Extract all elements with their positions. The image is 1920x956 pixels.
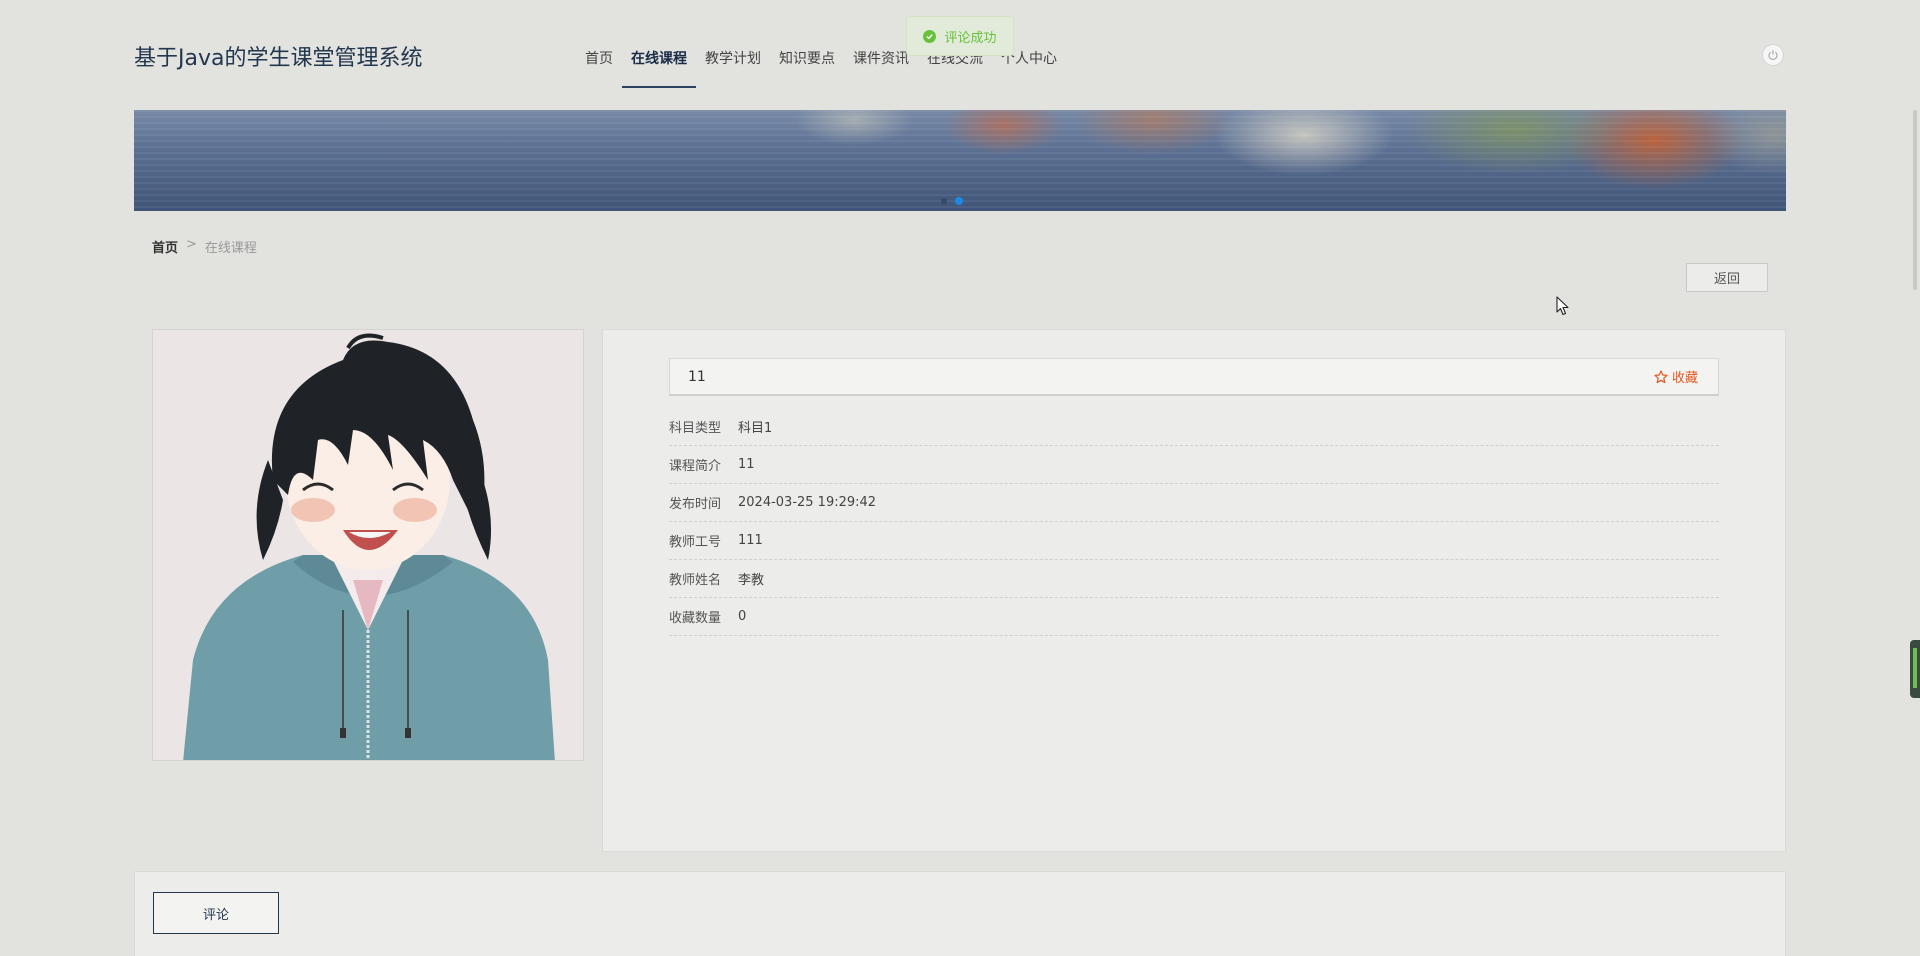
info-row-publish-time: 发布时间 2024-03-25 19:29:42 bbox=[669, 484, 1719, 522]
check-circle-icon bbox=[923, 29, 937, 43]
course-info-list: 科目类型 科目1 课程简介 11 发布时间 2024-03-25 19:29:4… bbox=[669, 408, 1719, 636]
breadcrumb-home[interactable]: 首页 bbox=[152, 237, 178, 256]
info-row-teacher-name: 教师姓名 李教 bbox=[669, 560, 1719, 598]
comment-button[interactable]: 评论 bbox=[153, 892, 279, 934]
course-illustration bbox=[153, 330, 583, 760]
info-value: 0 bbox=[738, 609, 747, 624]
info-label: 科目类型 bbox=[669, 421, 722, 436]
favorite-label: 收藏 bbox=[1671, 371, 1698, 386]
carousel-dot[interactable] bbox=[941, 198, 947, 204]
nav-item-online-courses[interactable]: 在线课程 bbox=[622, 36, 696, 88]
course-detail-panel: 11 收藏 科目类型 科目1 课程简介 11 发布时间 2024-03-25 1… bbox=[602, 329, 1786, 852]
banner-image bbox=[134, 110, 1786, 211]
nav-item-home[interactable]: 首页 bbox=[576, 36, 622, 88]
page-scrollbar[interactable] bbox=[1913, 110, 1917, 290]
info-row-favorite-count: 收藏数量 0 bbox=[669, 598, 1719, 636]
course-title: 11 bbox=[688, 368, 706, 385]
banner-carousel[interactable] bbox=[134, 110, 1786, 211]
carousel-dot-active[interactable] bbox=[955, 197, 963, 205]
info-row-subject-type: 科目类型 科目1 bbox=[669, 408, 1719, 446]
breadcrumb-current: 在线课程 bbox=[204, 241, 257, 256]
info-value: 科目1 bbox=[738, 421, 773, 436]
breadcrumb-separator: > bbox=[186, 237, 197, 252]
toast-message: 评论成功 bbox=[944, 30, 997, 46]
info-label: 教师工号 bbox=[669, 535, 722, 550]
info-row-intro: 课程简介 11 bbox=[669, 446, 1719, 484]
mouse-cursor-icon bbox=[1556, 296, 1569, 316]
course-image bbox=[152, 329, 584, 761]
nav-item-teaching-plan[interactable]: 教学计划 bbox=[696, 36, 770, 88]
course-title-bar: 11 收藏 bbox=[669, 358, 1719, 396]
favorite-button[interactable]: 收藏 bbox=[1654, 367, 1698, 386]
info-value: 李教 bbox=[738, 573, 765, 588]
back-button[interactable]: 返回 bbox=[1686, 263, 1768, 292]
info-label: 教师姓名 bbox=[669, 573, 722, 588]
info-label: 课程简介 bbox=[669, 459, 722, 474]
breadcrumb: 首页 > 在线课程 bbox=[152, 237, 257, 256]
nav-item-key-points[interactable]: 知识要点 bbox=[770, 36, 844, 88]
logout-button[interactable] bbox=[1762, 44, 1784, 66]
success-toast: 评论成功 bbox=[906, 16, 1014, 56]
star-icon bbox=[1654, 369, 1668, 383]
info-label: 发布时间 bbox=[669, 497, 722, 512]
info-label: 收藏数量 bbox=[669, 611, 722, 626]
info-value: 111 bbox=[738, 533, 763, 548]
power-icon bbox=[1768, 50, 1778, 60]
info-row-teacher-id: 教师工号 111 bbox=[669, 522, 1719, 560]
info-value: 2024-03-25 19:29:42 bbox=[738, 495, 877, 510]
comment-section: 评论 bbox=[134, 871, 1786, 956]
info-value: 11 bbox=[738, 457, 755, 472]
site-title: 基于Java的学生课堂管理系统 bbox=[134, 46, 423, 71]
side-widget-handle[interactable] bbox=[1910, 640, 1920, 698]
